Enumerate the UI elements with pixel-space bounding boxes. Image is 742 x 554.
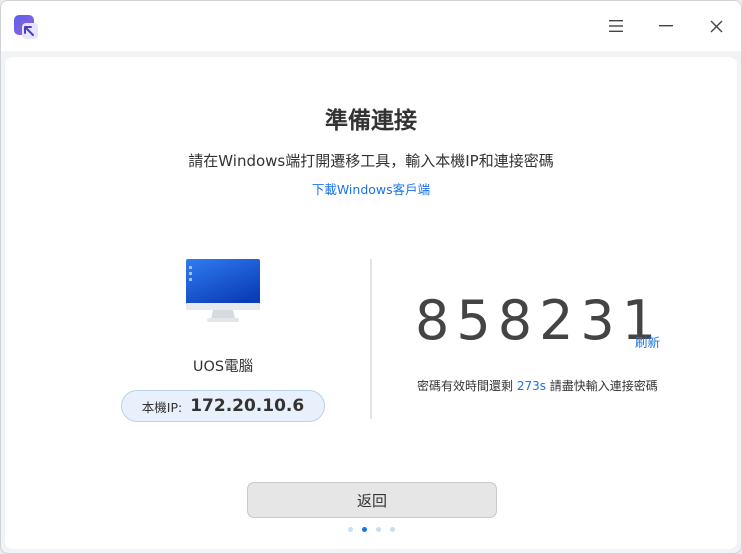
expiry-suffix: 請盡快輸入連接密碼 (545, 379, 658, 393)
connection-code: 858231 (415, 289, 664, 352)
refresh-code-link[interactable]: 刷新 (635, 332, 660, 351)
expiry-prefix: 密碼有效時間還剩 (417, 379, 517, 393)
page-dot (375, 527, 381, 532)
back-button[interactable]: 返回 (247, 482, 497, 518)
app-window: 準備連接 請在Windows端打開遷移工具，輸入本機IP和連接密碼 下載Wind… (0, 0, 742, 554)
minimize-icon[interactable] (649, 9, 683, 43)
main-panel: 準備連接 請在Windows端打開遷移工具，輸入本機IP和連接密碼 下載Wind… (5, 57, 737, 549)
vertical-divider (370, 259, 372, 419)
menu-icon[interactable] (599, 9, 633, 43)
page-indicator (5, 527, 737, 532)
device-name: UOS電腦 (192, 359, 254, 375)
ip-label: 本機IP: (141, 399, 183, 415)
instruction-text: 請在Windows端打開遷移工具，輸入本機IP和連接密碼 (188, 152, 554, 170)
page-dot (347, 527, 353, 532)
code-expiry-text: 密碼有效時間還剩 273s 請盡快輸入連接密碼 (417, 377, 658, 394)
app-logo-icon (13, 14, 39, 40)
page-title: 準備連接 (325, 108, 417, 134)
ip-value: 172.20.10.6 (190, 396, 305, 416)
close-icon[interactable] (699, 9, 733, 43)
download-windows-client-link[interactable]: 下載Windows客戶端 (5, 179, 737, 198)
page-dot-active (361, 527, 367, 532)
title-bar (1, 1, 741, 51)
page-dot (389, 527, 395, 532)
local-ip-badge: 本機IP: 172.20.10.6 (121, 390, 325, 422)
monitor-icon (185, 259, 263, 325)
expiry-seconds: 273s (516, 379, 546, 393)
